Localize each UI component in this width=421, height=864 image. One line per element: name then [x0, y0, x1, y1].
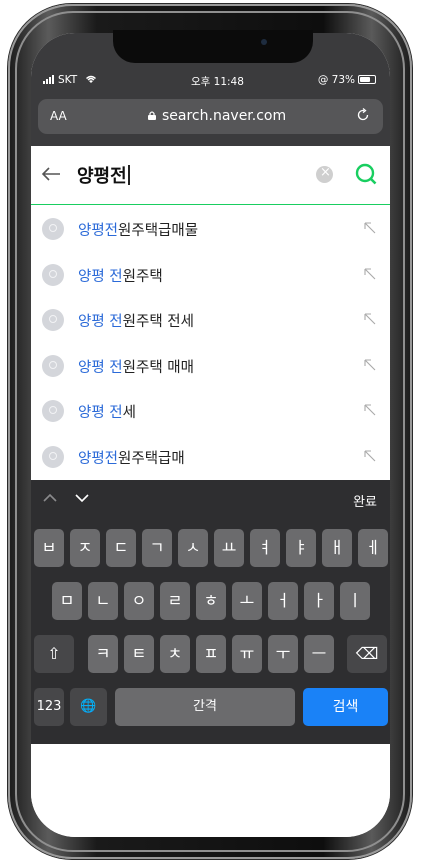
- suggestion-item[interactable]: 양평 전세: [31, 388, 390, 434]
- url-text[interactable]: search.naver.com: [148, 108, 286, 124]
- wifi-icon: [85, 75, 96, 83]
- fill-in-arrow-icon[interactable]: [364, 449, 376, 462]
- key[interactable]: ㅔ: [358, 529, 388, 567]
- fill-in-arrow-icon[interactable]: [364, 404, 376, 416]
- carrier-label: SKT: [58, 74, 78, 86]
- suggestion-item[interactable]: 양평 전원주택 전세: [31, 297, 390, 343]
- phone-notch: [113, 30, 313, 63]
- search-history-icon: [42, 445, 64, 468]
- fill-in-arrow-icon[interactable]: [364, 313, 376, 325]
- key[interactable]: ㅜ: [268, 635, 298, 673]
- keyboard-accessory-bar: 완료: [31, 480, 390, 518]
- suggestion-item[interactable]: 양평전원주택급매물: [31, 206, 390, 252]
- key[interactable]: ㅍ: [196, 635, 226, 673]
- key[interactable]: ㄴ: [88, 582, 118, 620]
- key[interactable]: ㅎ: [196, 582, 226, 620]
- status-bar: SKT 오후 11:48 @ 73%: [31, 74, 390, 88]
- key[interactable]: ㅕ: [250, 529, 280, 567]
- screen: SKT 오후 11:48 @ 73% AA search.naver.com 양…: [31, 33, 390, 837]
- battery-icon: [358, 75, 376, 84]
- address-bar[interactable]: AA search.naver.com: [38, 99, 383, 134]
- key[interactable]: ㄱ: [142, 529, 172, 567]
- chevron-down-icon[interactable]: [75, 492, 89, 504]
- key[interactable]: ㅇ: [124, 582, 154, 620]
- search-history-icon: [42, 354, 64, 377]
- text-caret: [127, 165, 130, 185]
- search-history-icon: [42, 309, 64, 331]
- search-key[interactable]: 검색: [303, 688, 388, 726]
- delete-key[interactable]: ⌫: [347, 635, 387, 673]
- search-history-icon: [42, 400, 64, 422]
- reload-icon[interactable]: [355, 107, 371, 123]
- back-arrow-icon[interactable]: [41, 166, 61, 182]
- key[interactable]: ㅑ: [286, 529, 316, 567]
- search-input[interactable]: 양평전: [77, 162, 130, 188]
- key[interactable]: ㅏ: [304, 582, 334, 620]
- key[interactable]: ㅡ: [304, 635, 334, 673]
- key[interactable]: ㅐ: [322, 529, 352, 567]
- text-size-button[interactable]: AA: [50, 109, 67, 123]
- fill-in-arrow-icon[interactable]: [364, 358, 376, 371]
- key[interactable]: ㅓ: [268, 582, 298, 620]
- numbers-key[interactable]: 123: [34, 688, 64, 726]
- key[interactable]: ㅅ: [178, 529, 208, 567]
- status-time: 오후 11:48: [191, 76, 244, 88]
- globe-icon[interactable]: 🌐: [70, 688, 107, 726]
- suggestion-item[interactable]: 양평전원주택급매: [31, 434, 390, 480]
- fill-in-arrow-icon[interactable]: [364, 222, 376, 234]
- search-history-icon: [42, 263, 64, 286]
- key[interactable]: ㄹ: [160, 582, 190, 620]
- clear-icon[interactable]: [316, 165, 333, 183]
- key[interactable]: ㅛ: [214, 529, 244, 567]
- search-history-icon: [42, 218, 64, 240]
- done-button[interactable]: 완료: [353, 491, 377, 510]
- fill-in-arrow-icon[interactable]: [364, 267, 376, 280]
- carrier: SKT: [43, 74, 97, 86]
- key[interactable]: ㅌ: [124, 635, 154, 673]
- chevron-up-icon[interactable]: [43, 492, 57, 504]
- suggestion-item[interactable]: 양평 전원주택: [31, 252, 390, 298]
- key[interactable]: ㅂ: [34, 529, 64, 567]
- battery: @ 73%: [318, 74, 376, 86]
- suggestion-list: 양평전원주택급매물 양평 전원주택 양평 전원주택 전세 양평 전원주택 매매 …: [31, 206, 390, 479]
- search-bar: 양평전: [31, 146, 390, 205]
- bottom-area: [31, 744, 390, 837]
- space-key[interactable]: 간격: [115, 688, 295, 726]
- key[interactable]: ㅈ: [70, 529, 100, 567]
- shift-key[interactable]: ⇧: [34, 635, 74, 673]
- key[interactable]: ㅁ: [52, 582, 82, 620]
- suggestion-text: 양평 전원주택 매매: [78, 359, 194, 376]
- search-query: 양평전: [77, 166, 127, 187]
- lock-icon: [148, 111, 156, 120]
- keyboard: ㅂ ㅈ ㄷ ㄱ ㅅ ㅛ ㅕ ㅑ ㅐ ㅔ ㅁ ㄴ ㅇ ㄹ ㅎ ㅗ ㅓ ㅏ ㅣ ⇧ …: [31, 518, 390, 744]
- suggestion-text: 양평전원주택급매: [78, 450, 185, 467]
- url-label: search.naver.com: [162, 108, 287, 124]
- battery-label: 73%: [331, 74, 355, 86]
- key[interactable]: ㅊ: [160, 635, 190, 673]
- key[interactable]: ㅠ: [232, 635, 262, 673]
- suggestion-text: 양평 전원주택: [78, 268, 163, 285]
- signal-icon: [43, 75, 54, 84]
- search-icon[interactable]: [354, 162, 378, 186]
- suggestion-text: 양평 전세: [78, 405, 136, 421]
- suggestion-text: 양평 전원주택 전세: [78, 314, 194, 330]
- key[interactable]: ㄷ: [106, 529, 136, 567]
- suggestion-text: 양평전원주택급매물: [78, 223, 199, 239]
- key[interactable]: ㅣ: [340, 582, 370, 620]
- suggestion-item[interactable]: 양평 전원주택 매매: [31, 343, 390, 389]
- key[interactable]: ㅋ: [88, 635, 118, 673]
- camera-icon: [261, 39, 267, 45]
- key[interactable]: ㅗ: [232, 582, 262, 620]
